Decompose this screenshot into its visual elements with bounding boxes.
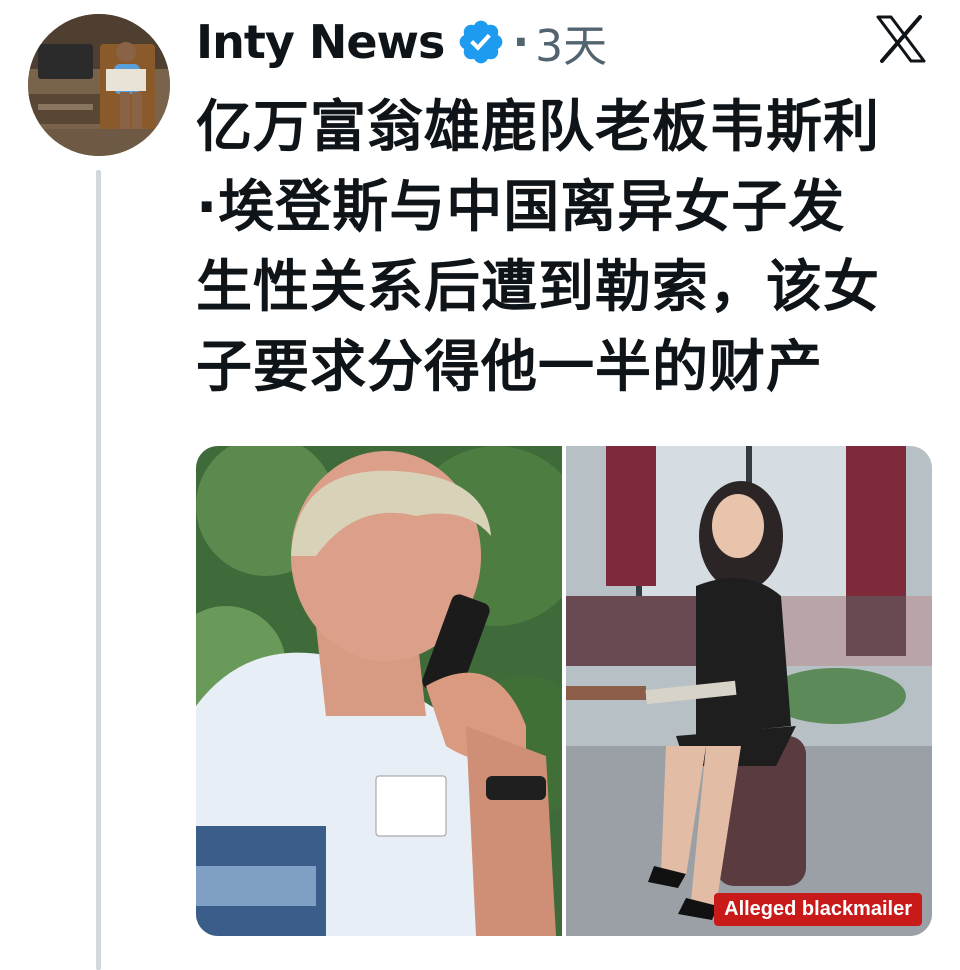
media-image-left[interactable] — [196, 446, 596, 936]
avatar-image — [28, 14, 170, 156]
post-time[interactable]: 3天 — [535, 10, 607, 74]
verified-badge-icon — [456, 17, 506, 67]
thread-connector-line — [96, 170, 101, 970]
photo-woman-seated — [566, 446, 932, 936]
x-logo-icon[interactable] — [874, 14, 928, 64]
author-name[interactable]: Inty News — [196, 15, 445, 69]
photo-man-on-phone — [196, 446, 596, 936]
post-header: Inty News · 3天 — [196, 6, 607, 78]
avatar[interactable] — [28, 14, 170, 156]
post-text: 亿万富翁雄鹿队老板韦斯利 ·埃登斯与中国离异女子发 生性关系后遭到勒索，该女 子… — [196, 95, 880, 400]
media-image-right[interactable]: Alleged blackmailer — [566, 446, 932, 936]
separator-dot: · — [512, 16, 530, 68]
post-media[interactable]: Alleged blackmailer — [196, 446, 932, 936]
media-caption-badge: Alleged blackmailer — [714, 893, 922, 926]
